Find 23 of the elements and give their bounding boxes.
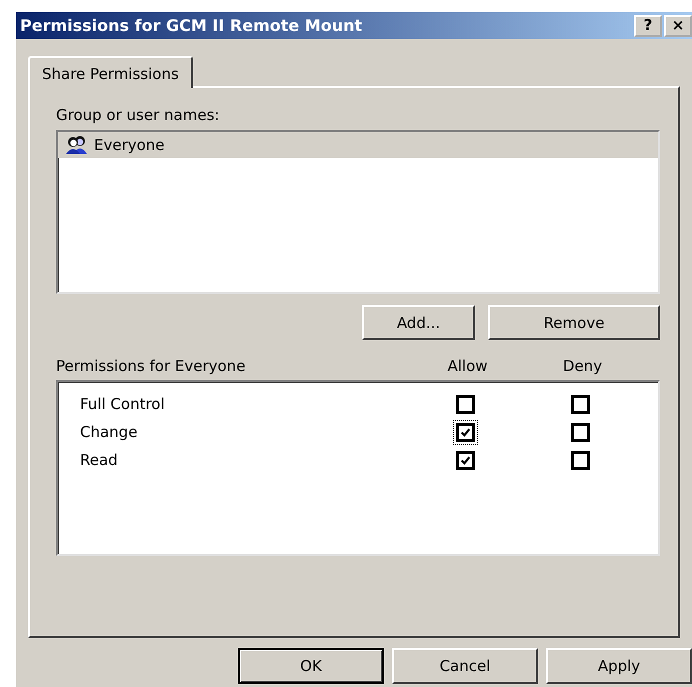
check-icon	[460, 426, 471, 438]
permissions-label: Permissions for Everyone	[56, 357, 246, 375]
column-header: Deny	[562, 357, 604, 375]
window-title: Permissions for GCM II Remote Mount	[20, 16, 362, 35]
close-button[interactable]: ×	[664, 14, 692, 36]
allow-checkbox[interactable]	[453, 420, 478, 444]
column-header: Allow	[446, 357, 489, 375]
permission-name: Change	[79, 423, 138, 441]
check-icon	[460, 454, 471, 466]
apply-button[interactable]: Apply	[546, 648, 692, 684]
tab[interactable]: Share Permissions	[28, 56, 193, 88]
user-name: Everyone	[94, 136, 165, 154]
users-icon	[66, 135, 88, 155]
list-item[interactable]: Everyone	[58, 132, 658, 158]
add-button[interactable]: Add...	[362, 305, 475, 340]
remove-button[interactable]: Remove	[488, 305, 660, 340]
permission-name: Read	[79, 451, 119, 469]
cancel-button[interactable]: Cancel	[392, 648, 538, 684]
permission-name: Full Control	[79, 395, 166, 413]
ok-button[interactable]: OK	[238, 648, 384, 684]
group-list[interactable]: Everyone	[56, 130, 660, 294]
group-list-label: Group or user names:	[56, 106, 220, 124]
help-button[interactable]: ?	[634, 14, 662, 36]
